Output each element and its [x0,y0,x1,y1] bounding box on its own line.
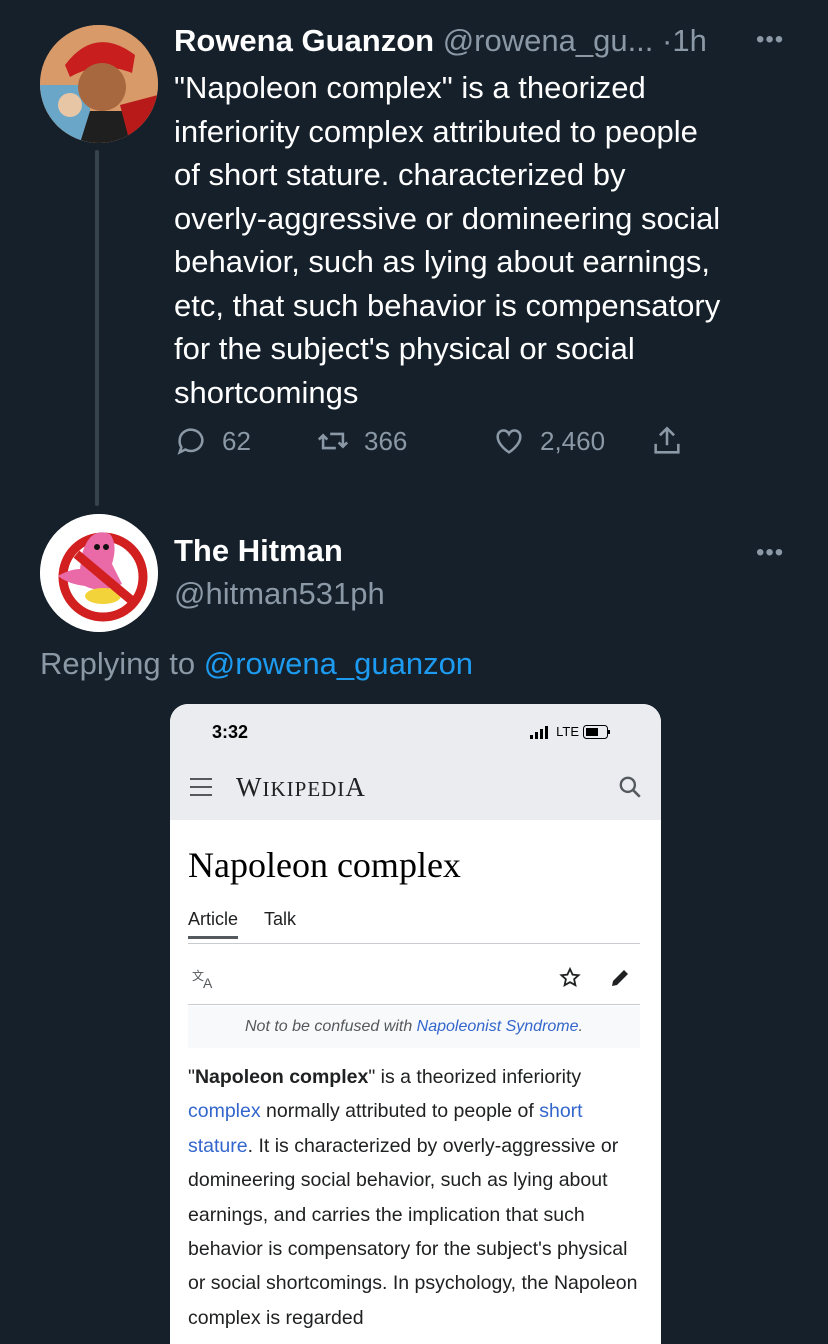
hatnote-link[interactable]: Napoleonist Syndrome [417,1018,579,1035]
retweet-icon [317,432,349,450]
more-options-icon[interactable]: ••• [756,539,784,567]
article-toolbar: 文 A [188,954,640,1005]
avatar-photo [40,25,158,143]
wikipedia-header: WIKIPEDIA [170,760,661,820]
reply-count: 62 [222,425,251,456]
retweet-button[interactable]: 366 [316,424,407,458]
reply-author-handle[interactable]: @hitman531ph [174,576,385,612]
hatnote-period: . [578,1018,583,1035]
wiki-logo-w: W [236,772,263,802]
avatar[interactable] [40,25,158,143]
star-watch-icon[interactable] [558,966,582,990]
article-paragraph: "Napoleon complex" is a theorized inferi… [188,1060,644,1335]
para-quote: " [188,1066,195,1088]
tab-article[interactable]: Article [188,909,239,939]
reply-button[interactable]: 62 [174,424,251,458]
status-time: 3:32 [212,722,249,742]
svg-text:A: A [203,975,213,990]
hatnote-text: Not to be confused with [245,1018,417,1035]
reply-author-name[interactable]: The Hitman [174,533,343,569]
ghostbusters-logo-avatar [40,514,158,632]
replying-to-handle-link[interactable]: @rowena_guanzon [204,646,473,681]
wikipedia-logo[interactable]: WIKIPEDIA [236,772,366,803]
network-label: LTE [556,724,579,739]
replying-to: Replying to @rowena_guanzon [40,646,473,682]
reply-icon [177,428,204,455]
search-icon[interactable] [617,774,643,800]
para-text: normally attributed to people of [260,1100,540,1123]
link-complex[interactable]: complex [188,1100,261,1122]
more-options-icon[interactable]: ••• [756,26,784,54]
phone-status-bar: 3:32 LTE [170,704,661,760]
tweet-time[interactable]: 1h [672,23,706,58]
menu-icon[interactable] [190,778,212,798]
edit-pencil-icon[interactable] [608,966,632,990]
tab-talk[interactable]: Talk [264,909,296,930]
para-text: . It is characterized by overly-aggressi… [188,1134,638,1329]
signal-bars-icon [530,725,549,739]
author-handle[interactable]: @rowena_gu... [443,23,654,58]
replying-to-label: Replying to [40,646,196,681]
battery-icon [583,724,610,739]
dot-separator: · [662,23,673,58]
attached-image[interactable]: 3:32 LTE WIKIPEDIA Napoleon complex Arti… [170,704,661,1344]
para-text: " is a theorized inferiority [368,1066,582,1088]
article-title: Napoleon complex [188,845,461,885]
share-button[interactable] [650,424,698,458]
avatar[interactable] [40,514,158,632]
tweet-text: "Napoleon complex" is a theorized inferi… [174,70,721,410]
para-bold-term: Napoleon complex [194,1066,369,1088]
article-tabs: Article Talk [188,909,640,944]
thread-connector-line [95,150,99,506]
status-icons: LTE [530,724,611,739]
share-icon [654,426,680,454]
like-button[interactable]: 2,460 [492,424,605,458]
heart-icon [496,429,522,454]
wiki-logo-a: A [345,772,366,802]
wiki-logo-mid: IKIPEDI [262,777,346,801]
tweet-header: Rowena Guanzon @rowena_gu... ·1h [174,22,707,60]
tweet-actions: 62 366 2,460 [174,424,734,468]
like-count: 2,460 [540,425,606,456]
hatnote: Not to be confused with Napoleonist Synd… [188,1006,640,1048]
retweet-count: 366 [364,425,408,456]
language-icon[interactable]: 文 A [192,968,218,990]
author-name[interactable]: Rowena Guanzon [174,23,434,58]
